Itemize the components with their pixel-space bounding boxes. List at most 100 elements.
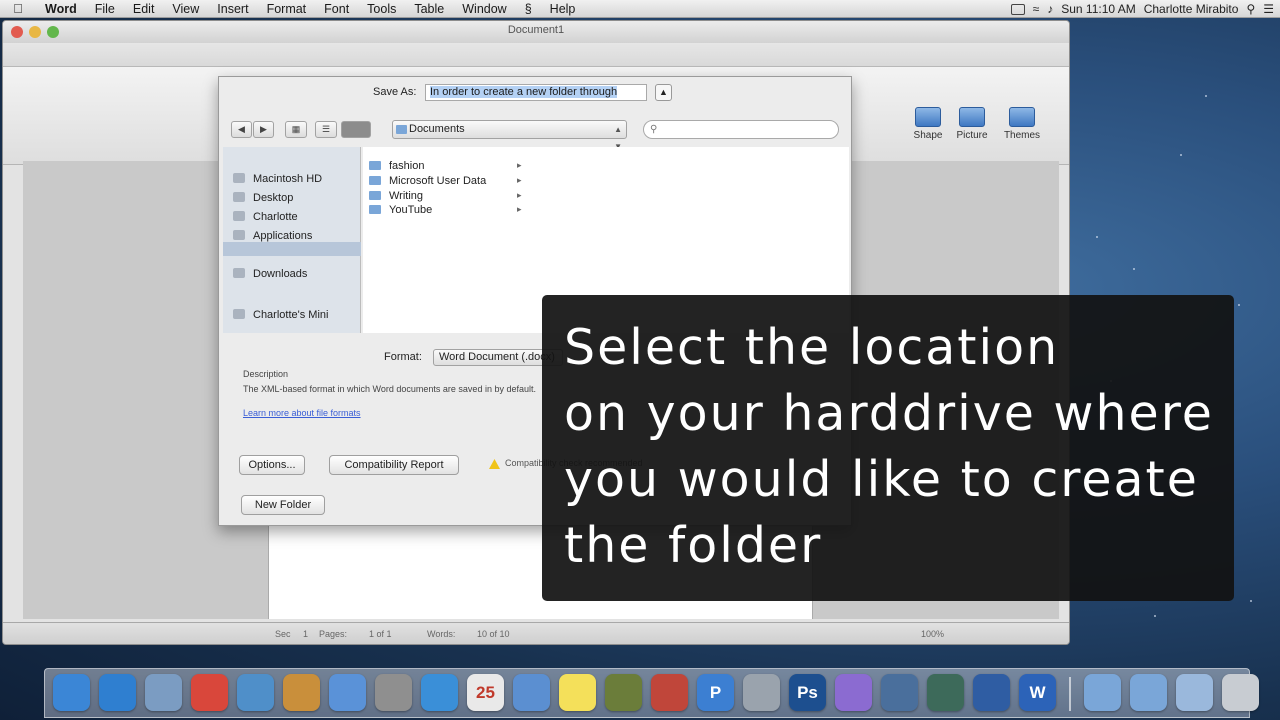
photos-icon[interactable]	[835, 674, 872, 711]
volume-icon[interactable]: ♪	[1047, 2, 1053, 16]
sidebar-item-applications[interactable]: Applications	[233, 230, 312, 242]
list-item[interactable]: fashion ▸	[369, 160, 522, 172]
folder-icon-2[interactable]	[1130, 674, 1167, 711]
dock-icon-glyph	[1222, 674, 1259, 711]
globe-icon[interactable]	[237, 674, 274, 711]
menu-font[interactable]: Font	[315, 2, 358, 16]
trash-icon[interactable]	[1222, 674, 1259, 711]
collapse-dialog-button[interactable]: ▲	[655, 84, 672, 101]
search-input[interactable]: ⚲	[643, 120, 839, 139]
status-zoom[interactable]: 100%	[921, 629, 944, 639]
list-view-button[interactable]: ☰	[315, 121, 337, 138]
script-menu-icon[interactable]: §	[516, 2, 541, 16]
ribbon-themes-button[interactable]: Themes	[1001, 107, 1043, 141]
word-icon[interactable]: W	[1019, 674, 1056, 711]
zoom-window-icon[interactable]	[47, 26, 59, 38]
menu-window[interactable]: Window	[453, 2, 515, 16]
dock-icon-glyph	[53, 674, 90, 711]
chrome-icon[interactable]	[191, 674, 228, 711]
notification-center-icon[interactable]: ☰	[1263, 2, 1274, 16]
dock-icon-glyph	[605, 674, 642, 711]
mail-icon[interactable]	[329, 674, 366, 711]
sidebar-item-macintosh-hd[interactable]: Macintosh HD	[233, 173, 322, 185]
new-folder-button[interactable]: New Folder	[241, 495, 325, 515]
preview-icon[interactable]	[145, 674, 182, 711]
battery-icon[interactable]	[1010, 3, 1025, 15]
list-item[interactable]: Writing ▸	[369, 190, 522, 202]
ppt-icon[interactable]: P	[697, 674, 734, 711]
menu-view[interactable]: View	[163, 2, 208, 16]
dock-icon-glyph	[881, 674, 918, 711]
learn-more-link[interactable]: Learn more about file formats	[243, 408, 361, 418]
ribbon-shape-button[interactable]: Shape	[907, 107, 949, 141]
bird-icon[interactable]	[421, 674, 458, 711]
minimize-window-icon[interactable]	[29, 26, 41, 38]
menu-help[interactable]: Help	[541, 2, 585, 16]
dock-icon-glyph	[835, 674, 872, 711]
menu-table[interactable]: Table	[405, 2, 453, 16]
menu-tools[interactable]: Tools	[358, 2, 405, 16]
location-popup[interactable]: Documents ▲▼	[392, 120, 627, 151]
column-view-button[interactable]	[341, 121, 371, 138]
book-icon[interactable]	[651, 674, 688, 711]
desktop-icon	[233, 192, 245, 202]
app-menu[interactable]: Word	[36, 2, 86, 16]
pencil-icon[interactable]	[743, 674, 780, 711]
folder-app-icon[interactable]	[973, 674, 1010, 711]
dock-icon-glyph: P	[709, 683, 722, 702]
tools-icon[interactable]	[375, 674, 412, 711]
folder-icon-3[interactable]	[1176, 674, 1213, 711]
back-button[interactable]: ◀	[231, 121, 252, 138]
calendar-icon[interactable]: 25	[467, 674, 504, 711]
format-label: Format:	[384, 351, 422, 363]
location-value: Documents	[409, 123, 465, 135]
photoshop-icon[interactable]: Ps	[789, 674, 826, 711]
safari-icon[interactable]	[99, 674, 136, 711]
notes-icon[interactable]	[559, 674, 596, 711]
computer-icon	[233, 309, 245, 319]
compatibility-report-button[interactable]: Compatibility Report	[329, 455, 459, 475]
dock-icon-glyph: W	[1029, 683, 1046, 702]
ribbon-picture-button[interactable]: Picture	[951, 107, 993, 141]
options-button[interactable]: Options...	[239, 455, 305, 475]
dock-icon-glyph: Ps	[797, 683, 818, 702]
checklist-icon[interactable]	[513, 674, 550, 711]
menu-edit[interactable]: Edit	[124, 2, 164, 16]
close-window-icon[interactable]	[11, 26, 23, 38]
menubar-user[interactable]: Charlotte Mirabito	[1144, 2, 1239, 16]
network-icon[interactable]	[881, 674, 918, 711]
sidebar-item-shared-computer[interactable]: Charlotte's Mini	[233, 309, 328, 321]
dock: 25 P Ps W	[44, 668, 1259, 718]
time-machine-icon[interactable]	[927, 674, 964, 711]
folder-icon-1[interactable]	[1084, 674, 1121, 711]
menu-file[interactable]: File	[86, 2, 124, 16]
sidebar-item-downloads[interactable]: Downloads	[233, 268, 307, 280]
dock-icon-glyph	[559, 674, 596, 711]
icon-view-button[interactable]: ▦	[285, 121, 307, 138]
sidebar-item-charlotte[interactable]: Charlotte	[233, 211, 298, 223]
home-icon	[233, 211, 245, 221]
window-title: Document1	[507, 24, 565, 36]
file-name: Writing	[389, 190, 424, 202]
list-item[interactable]: Microsoft User Data ▸	[369, 175, 522, 187]
dock-icon-glyph	[421, 674, 458, 711]
list-item[interactable]: YouTube ▸	[369, 204, 522, 216]
spotlight-icon[interactable]: ⚲	[1246, 2, 1255, 16]
menu-format[interactable]: Format	[258, 2, 316, 16]
forward-button[interactable]: ▶	[253, 121, 274, 138]
finder-icon[interactable]	[53, 674, 90, 711]
menubar-clock[interactable]: Sun 11:10 AM	[1061, 2, 1136, 16]
sidebar-item-label: Downloads	[253, 268, 308, 280]
save-as-field[interactable]: In order to create a new folder through	[425, 84, 647, 101]
dock-icon-glyph	[145, 674, 182, 711]
ribbon-themes-label: Themes	[1003, 130, 1041, 141]
apple-menu-icon[interactable]: 	[0, 1, 36, 16]
menu-insert[interactable]: Insert	[208, 2, 257, 16]
sidebar-item-label: Applications	[253, 230, 313, 242]
game-icon[interactable]	[605, 674, 642, 711]
wifi-icon[interactable]: ≈	[1033, 2, 1040, 16]
dock-icon-glyph	[283, 674, 320, 711]
box-icon[interactable]	[283, 674, 320, 711]
sidebar-item-desktop[interactable]: Desktop	[233, 192, 293, 204]
dock-icon-glyph	[99, 674, 136, 711]
